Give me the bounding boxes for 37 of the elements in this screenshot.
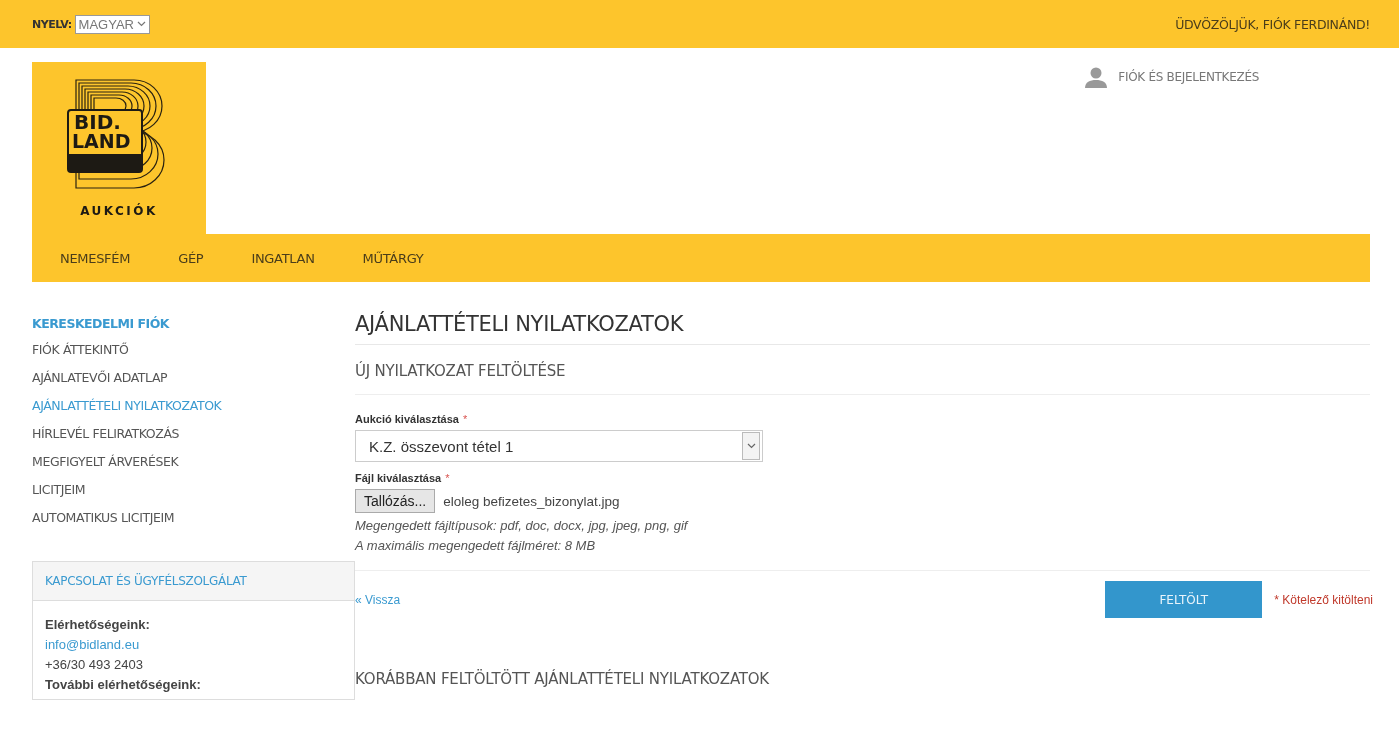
account-link[interactable]: FIÓK ÉS BEJELENTKEZÉS [1084, 64, 1259, 90]
nav-link[interactable]: NEMESFÉM [60, 250, 131, 266]
hint-text: A maximális megengedett fájlméret: 8 MB [355, 537, 596, 555]
nav-link[interactable]: MŰTÁRGY [362, 250, 424, 266]
section-title: ÚJ NYILATKOZAT FELTÖLTÉSE [355, 345, 1370, 395]
field-label: Aukció kiválasztása [355, 413, 459, 425]
auction-select[interactable]: K.Z. összevont tétel 1 [355, 430, 763, 462]
sidebar-item[interactable]: AUTOMATIKUS LICITJEIM [32, 510, 175, 525]
contact-label: További elérhetőségeink: [45, 676, 201, 694]
phone-number: +36/30 493 2403 [45, 656, 143, 674]
language-select[interactable]: MAGYAR [74, 14, 150, 34]
sidebar-item[interactable]: LICITJEIM [32, 482, 86, 497]
sidebar-item[interactable]: HÍRLEVÉL FELIRATKOZÁS [32, 426, 180, 441]
hint-text: Megengedett fájltípusok: pdf, doc, docx, jpg, jpeg, png, gif [355, 517, 688, 535]
contact-label: Elérhetőségeink: [45, 616, 150, 634]
sidebar-item[interactable]: AJÁNLATEVŐI ADATLAP [32, 370, 168, 385]
file-name: eloleg befizetes_bizonylat.jpg [443, 493, 620, 509]
logo[interactable]: BID. LAND AUKCIÓK [32, 62, 206, 236]
sidebar-heading: KERESKEDELMI FIÓK [32, 316, 171, 331]
page-title: AJÁNLATTÉTELI NYILATKOZATOK [355, 312, 1370, 345]
logo-caption: AUKCIÓK [80, 204, 158, 218]
field-label: Fájl kiválasztása [355, 472, 442, 484]
browse-button[interactable]: Tallózás... [355, 489, 436, 513]
contact-title: KAPCSOLAT ÉS ÜGYFÉLSZOLGÁLAT [33, 562, 354, 601]
caret-icon [137, 21, 146, 27]
user-icon [1084, 66, 1109, 88]
required-note: * Kötelező kitölteni [1274, 592, 1373, 607]
welcome-text: ÜDVÖZÖLJÜK, FIÓK FERDINÁND! [1175, 16, 1370, 32]
sidebar-item[interactable]: FIÓK ÁTTEKINTŐ [32, 342, 129, 357]
required-mark: * [445, 472, 450, 484]
sidebar-item[interactable]: MEGFIGYELT ÁRVERÉSEK [32, 454, 179, 469]
required-mark: * [462, 413, 468, 425]
dropdown-icon [742, 432, 760, 460]
nav-link[interactable]: GÉP [178, 250, 204, 266]
section-title: KORÁBBAN FELTÖLTÖTT AJÁNLATTÉTELI NYILATKOZATOK [355, 668, 770, 690]
nav-link[interactable]: INGATLAN [251, 250, 315, 266]
language-label: NYELV: [32, 17, 72, 31]
